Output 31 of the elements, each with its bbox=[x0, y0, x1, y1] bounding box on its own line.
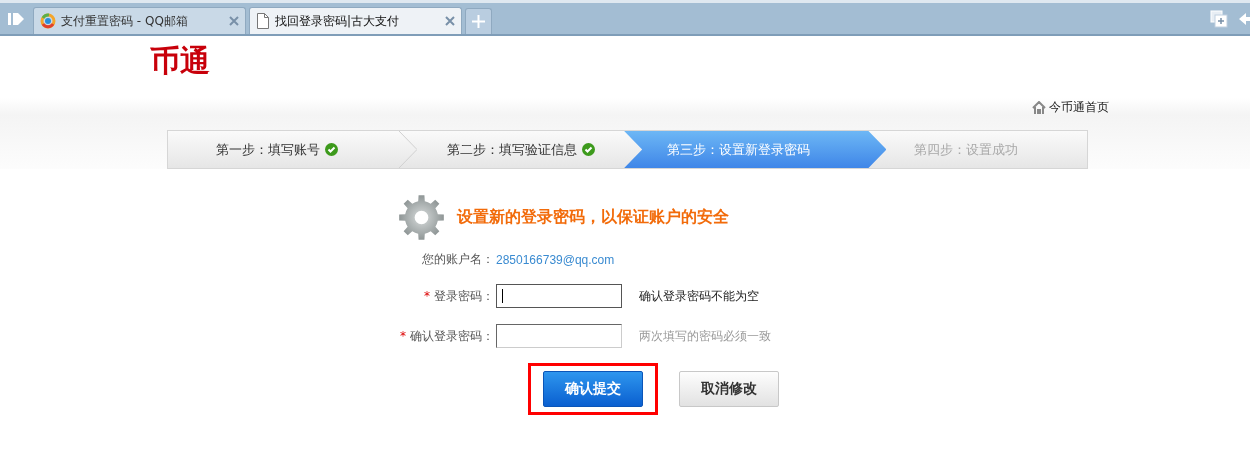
submit-button[interactable]: 确认提交 bbox=[543, 371, 643, 407]
account-name: 2850166739@qq.com bbox=[496, 252, 616, 267]
validation-message: 确认登录密码不能为空 bbox=[639, 287, 760, 305]
wizard-step: 第一步：填写账号 bbox=[168, 131, 400, 168]
check-icon bbox=[582, 143, 596, 156]
validation-message: 两次填写的密码必须一致 bbox=[639, 327, 772, 345]
home-link[interactable]: 今币通首页 bbox=[1032, 99, 1109, 116]
field-label: 登录密码： bbox=[434, 287, 494, 305]
close-icon[interactable] bbox=[229, 16, 239, 26]
password-field[interactable] bbox=[496, 324, 622, 348]
browser-tab[interactable]: 找回登录密码|古大支付 bbox=[249, 7, 462, 34]
plus-icon bbox=[472, 15, 485, 28]
field-label: 您的账户名： bbox=[422, 251, 494, 268]
gear-icon bbox=[398, 194, 445, 241]
field-label: 确认登录密码： bbox=[410, 327, 494, 345]
browser-tab[interactable]: 支付重置密码 - QQ邮箱 bbox=[33, 7, 246, 34]
cancel-button[interactable]: 取消修改 bbox=[679, 371, 779, 407]
house-icon bbox=[1032, 101, 1046, 114]
wizard-step: 第四步：设置成功 bbox=[886, 131, 1087, 168]
page-icon bbox=[256, 13, 270, 29]
windows-icon[interactable] bbox=[1210, 9, 1228, 28]
logo-text: 币通 bbox=[150, 44, 210, 78]
password-field[interactable] bbox=[496, 284, 622, 308]
wizard-step: 第三步：设置新登录密码 bbox=[624, 131, 887, 168]
required-mark: * bbox=[424, 289, 430, 303]
new-tab-button[interactable] bbox=[465, 8, 492, 34]
ring-icon bbox=[40, 13, 56, 29]
form-heading: 设置新的登录密码，以保证账户的安全 bbox=[457, 207, 729, 228]
required-mark: * bbox=[400, 329, 406, 343]
close-icon[interactable] bbox=[445, 16, 455, 26]
check-icon bbox=[325, 143, 338, 156]
